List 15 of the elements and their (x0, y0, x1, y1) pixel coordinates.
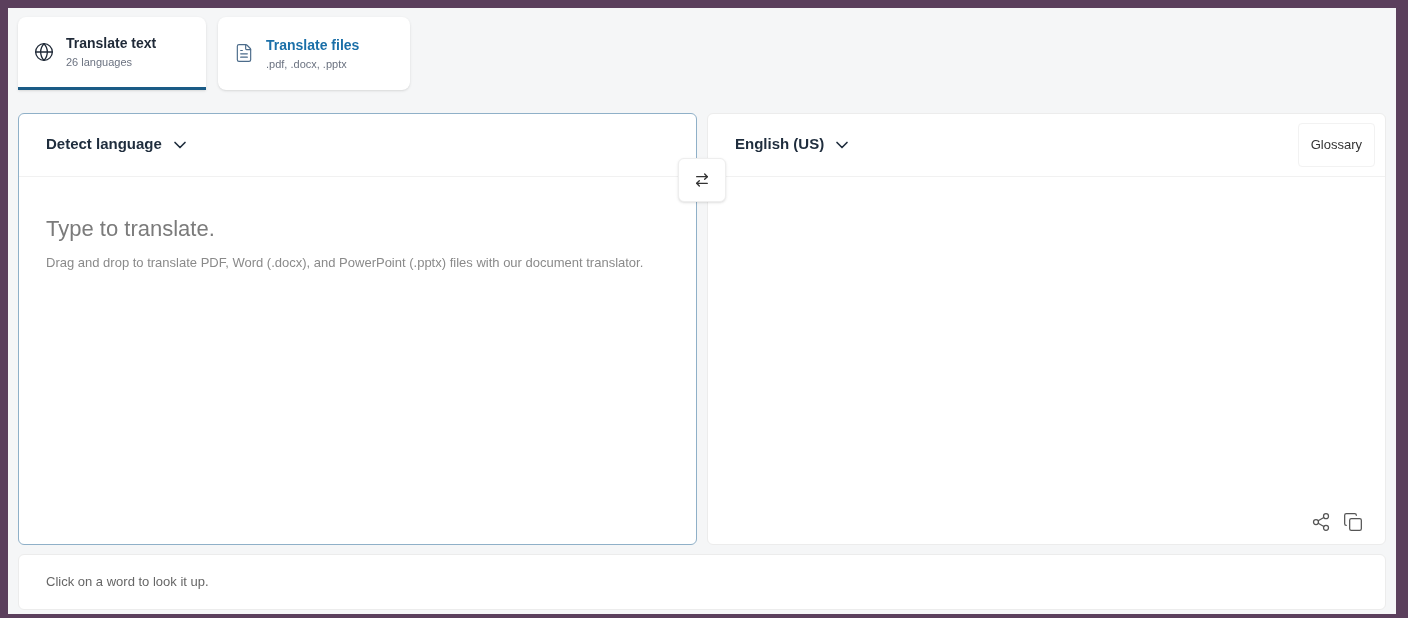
copy-icon[interactable] (1343, 512, 1363, 533)
text-input-placeholder[interactable]: Type to translate. (46, 211, 669, 245)
target-language-dropdown[interactable]: English (US) (735, 133, 853, 156)
document-icon (234, 43, 254, 64)
swap-icon (694, 171, 710, 188)
source-panel[interactable]: Detect language Type to translate. Drag and drop to translate PDF, Word (.docx), and PowerPoint (.pptx) files with our document translator. (18, 112, 697, 546)
drag-drop-hint: Drag and drop to translate PDF, Word (.docx), and PowerPoint (.pptx) files with our document translator. (46, 253, 645, 272)
share-icon[interactable] (1311, 512, 1331, 533)
swap-languages-button[interactable] (678, 157, 726, 202)
glossary-button[interactable]: Glossary (1297, 122, 1375, 167)
source-language-dropdown[interactable]: Detect language (46, 133, 190, 156)
dictionary-hint: Click on a word to look it up. (46, 573, 209, 592)
mode-tab[interactable]: Translate files .pdf, .docx, .pptx (218, 17, 410, 90)
globe-icon (34, 41, 54, 62)
mode-tab[interactable]: Translate text 26 languages (18, 17, 206, 90)
